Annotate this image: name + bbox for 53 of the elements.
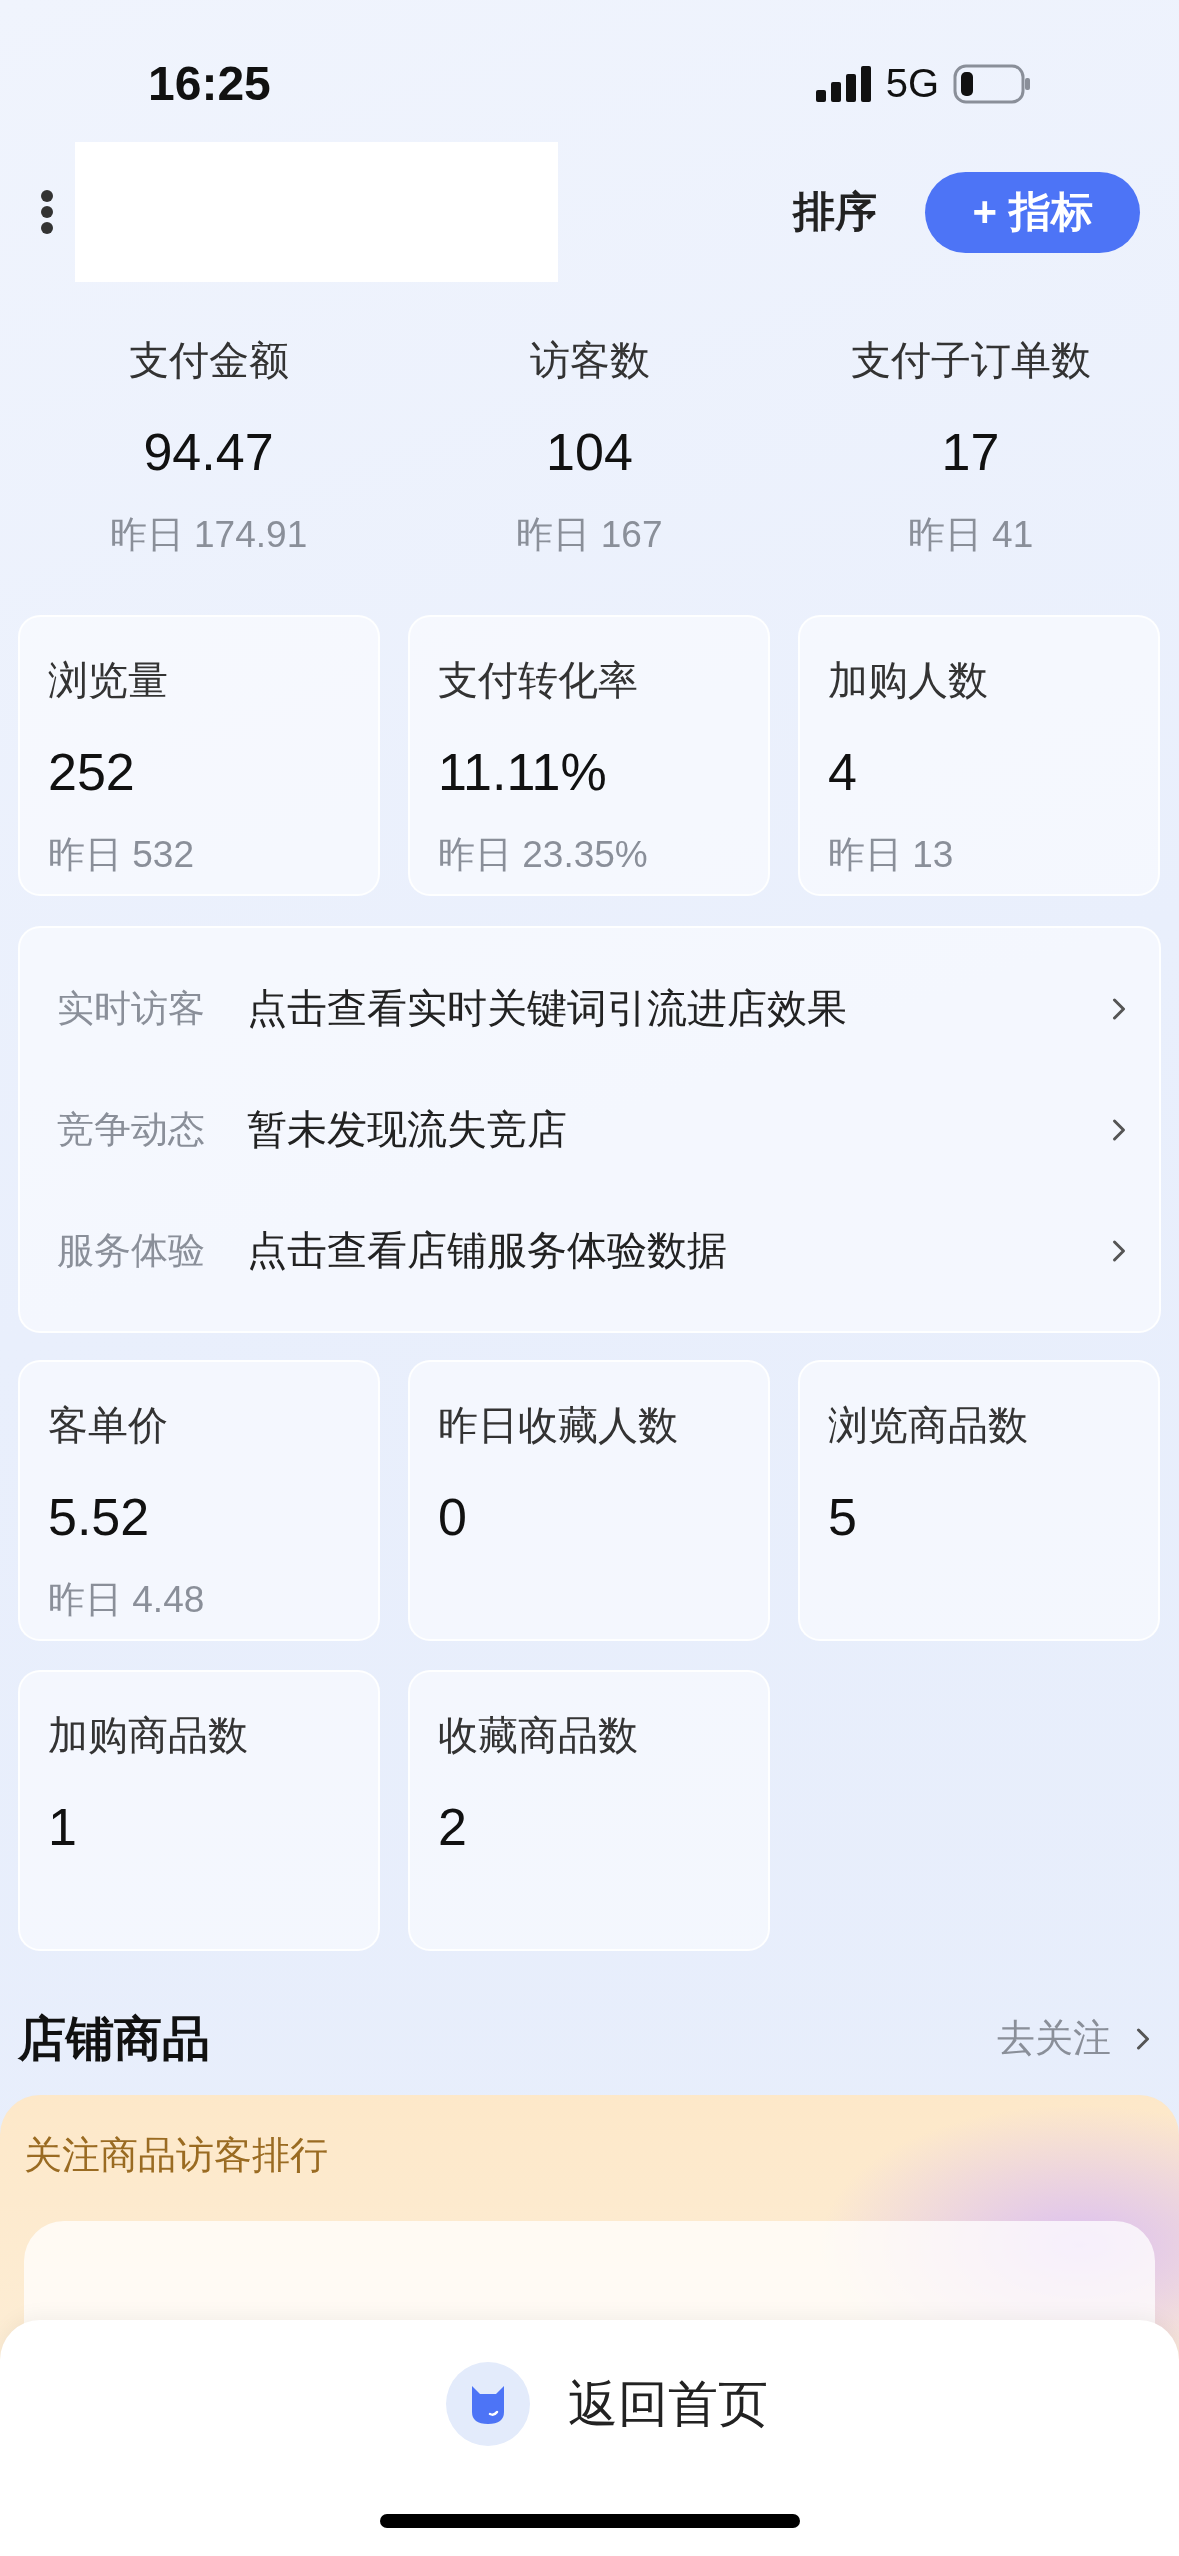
metric-value: 5.52 (48, 1487, 150, 1549)
yesterday-value: 昨日 41 (907, 513, 1034, 558)
metric-value: 11.11% (438, 742, 607, 804)
metric-value: 0 (438, 1487, 467, 1549)
yesterday-value: 昨日 23.35% (438, 833, 648, 878)
summary-label: 访客数 (529, 337, 650, 385)
metric-label: 客单价 (48, 1402, 168, 1450)
metric-value: 252 (48, 742, 135, 804)
yesterday-value: 昨日 13 (828, 833, 954, 878)
metric-card[interactable]: 加购人数 4 昨日 13 (798, 615, 1160, 897)
metric-card[interactable]: 浏览商品数 5 (798, 1360, 1160, 1642)
metric-card[interactable]: 昨日收藏人数 0 (408, 1360, 770, 1642)
metric-label: 浏览商品数 (828, 1402, 1028, 1450)
metric-label: 昨日收藏人数 (438, 1402, 678, 1450)
panel-title: 关注商品访客排行 (24, 2133, 329, 2179)
yesterday-value: 昨日 167 (516, 513, 663, 558)
section-title: 店铺商品 (18, 2010, 210, 2067)
yesterday-value: 昨日 532 (48, 833, 194, 878)
metric-card[interactable]: 收藏商品数 2 (408, 1670, 770, 1952)
yesterday-value: 昨日 174.91 (109, 513, 308, 558)
metric-card[interactable]: 支付转化率 11.11% 昨日 23.35% (408, 615, 770, 897)
summary-label: 支付子订单数 (850, 337, 1091, 385)
insight-link[interactable]: 点击查看店铺服务体验数据 (247, 1223, 727, 1279)
summary-label: 支付金额 (128, 337, 289, 385)
metric-value: 1 (48, 1797, 77, 1859)
metric-label: 浏览量 (48, 657, 168, 705)
insight-label: 竞争动态 (57, 1107, 206, 1152)
metric-card[interactable]: 浏览量 252 昨日 532 (18, 615, 380, 897)
metric-card[interactable]: 加购商品数 1 (18, 1670, 380, 1952)
metric-label: 支付转化率 (438, 657, 638, 705)
metric-card[interactable]: 客单价 5.52 昨日 4.48 (18, 1360, 380, 1642)
insight-link[interactable]: 点击查看实时关键词引流进店效果 (247, 981, 847, 1037)
metric-value: 4 (828, 742, 857, 804)
yesterday-value: 昨日 4.48 (48, 1578, 205, 1623)
metric-label: 收藏商品数 (438, 1712, 638, 1760)
insight-label: 服务体验 (57, 1228, 206, 1273)
metric-value: 5 (828, 1487, 857, 1549)
metric-value: 2 (438, 1797, 467, 1859)
summary-value: 94.47 (143, 422, 274, 484)
signal-icon (815, 65, 872, 102)
add-metric-button[interactable]: + 指标 (925, 171, 1140, 253)
status-time: 16:25 (148, 56, 271, 112)
battery-icon (953, 63, 1031, 104)
insight-label: 实时访客 (57, 986, 206, 1031)
insight-link[interactable]: 暂未发现流失竞店 (247, 1102, 567, 1158)
summary-value: 17 (941, 422, 1000, 484)
metric-label: 加购商品数 (48, 1712, 248, 1760)
more-icon[interactable] (40, 189, 54, 236)
home-button[interactable]: 返回首页 (446, 2362, 768, 2446)
summary-value: 104 (546, 422, 633, 484)
sort-button[interactable]: 排序 (793, 184, 877, 241)
network-label: 5G (885, 61, 939, 107)
metric-label: 加购人数 (828, 657, 988, 705)
